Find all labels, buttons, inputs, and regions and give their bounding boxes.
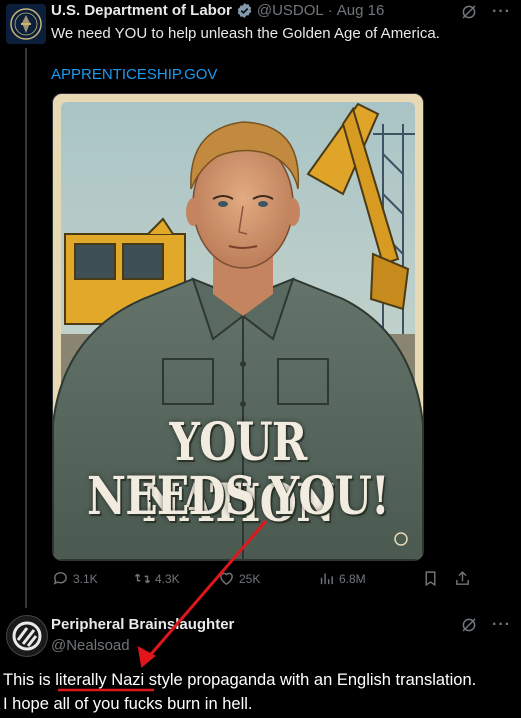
post-header: U.S. Department of Labor @USDOL · Aug 16: [51, 2, 384, 19]
bookmark-button[interactable]: [422, 570, 454, 587]
recruitment-poster-image[interactable]: YOUR NATION NEEDS YOU!: [52, 93, 424, 561]
reply-icon: [53, 572, 67, 585]
annotation-arrowhead: [137, 646, 156, 668]
grok-icon[interactable]: [460, 3, 478, 21]
poster-headline-line2: NEEDS YOU!: [87, 466, 390, 527]
repost-count: 4.3K: [155, 571, 180, 586]
comment-line2: I hope all of you fucks burn in hell.: [3, 695, 253, 713]
handle[interactable]: @USDOL: [257, 2, 324, 19]
share-button[interactable]: [454, 570, 478, 587]
comment-highlight: literally Nazi: [55, 671, 145, 689]
reply-avatar[interactable]: [6, 615, 48, 657]
separator-dot: ·: [327, 2, 333, 19]
like-button[interactable]: 25K: [218, 570, 318, 587]
post-date[interactable]: Aug 16: [337, 2, 385, 19]
views-icon: [320, 573, 333, 585]
post-text: We need YOU to help unleash the Golden A…: [51, 25, 440, 42]
thread-line: [25, 48, 27, 608]
repost-icon: [134, 573, 151, 584]
usdol-avatar[interactable]: [6, 4, 46, 44]
apprenticeship-link[interactable]: APPRENTICESHIP.GOV: [51, 66, 217, 83]
overlay-comment: This is literally Nazi style propaganda …: [3, 668, 518, 716]
grok-icon[interactable]: [460, 616, 478, 634]
reply-button[interactable]: 3.1K: [52, 570, 134, 587]
post-top-actions: ···: [460, 3, 511, 21]
post-action-bar: 3.1K 4.3K 25K 6.8M: [52, 570, 514, 587]
reply-top-actions: ···: [460, 616, 511, 634]
reply-handle[interactable]: @Nealsoad: [51, 637, 130, 654]
views-count: 6.8M: [339, 571, 366, 586]
comment-part2: style propaganda with an English transla…: [144, 671, 477, 689]
comment-part1: This is: [3, 671, 56, 689]
like-count: 25K: [239, 571, 261, 586]
more-icon[interactable]: ···: [492, 3, 511, 21]
reply-display-name[interactable]: Peripheral Brainslaughter: [51, 616, 234, 633]
display-name[interactable]: U.S. Department of Labor: [51, 2, 232, 19]
reply-count: 3.1K: [73, 571, 98, 586]
verified-badge-icon: [237, 3, 252, 18]
repost-button[interactable]: 4.3K: [134, 570, 218, 587]
more-icon[interactable]: ···: [492, 616, 511, 634]
views-button[interactable]: 6.8M: [318, 570, 422, 587]
bookmark-icon: [425, 571, 436, 587]
like-icon: [220, 572, 233, 586]
share-icon: [456, 571, 469, 585]
